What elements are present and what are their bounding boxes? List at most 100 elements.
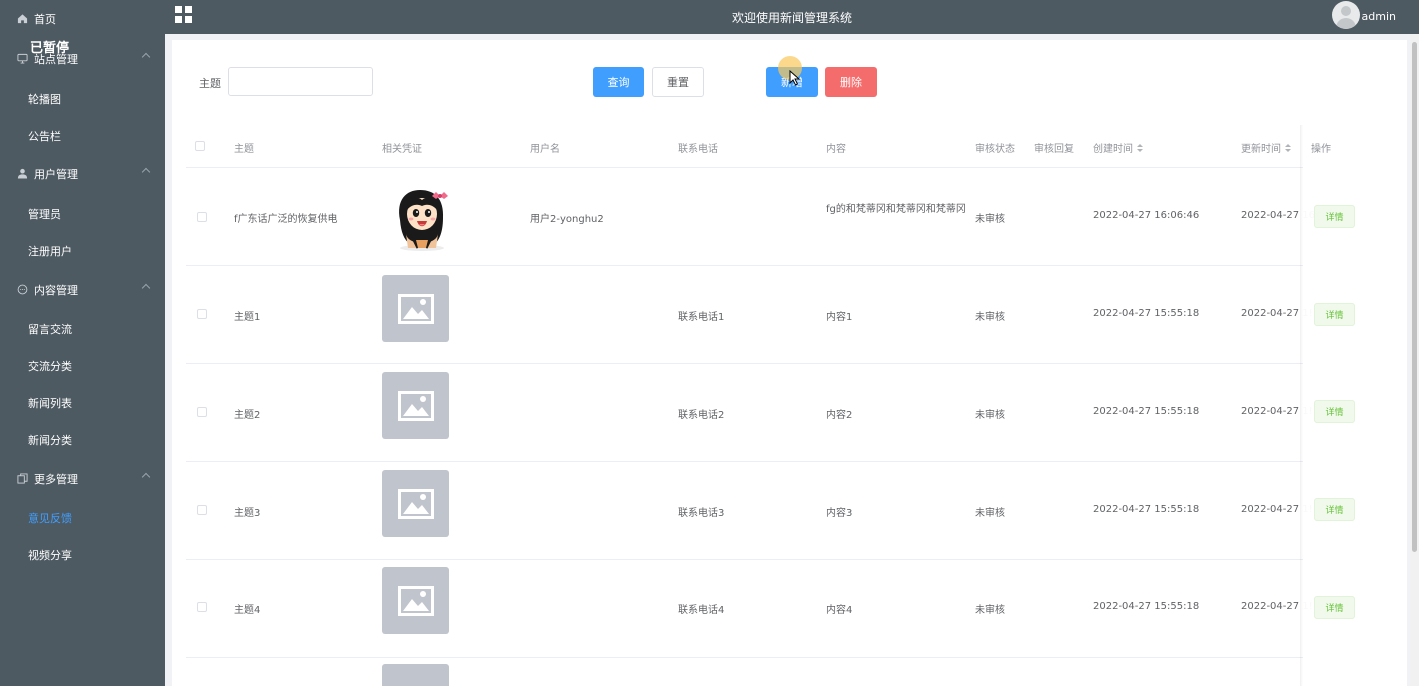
- column-header-reply: 审核回复: [1034, 144, 1074, 155]
- row-checkbox[interactable]: [197, 212, 207, 222]
- sidebar-item-news-category[interactable]: 新闻分类: [0, 421, 165, 458]
- image-placeholder-icon: [397, 488, 434, 519]
- column-header-status: 审核状态: [975, 144, 1015, 155]
- home-icon: [16, 13, 28, 25]
- sidebar-item-admin[interactable]: 管理员: [0, 195, 165, 232]
- sidebar-item-registered-users[interactable]: 注册用户: [0, 232, 165, 269]
- sidebar-item-label: 首页: [34, 12, 56, 26]
- cell-phone: 联系电话1: [678, 312, 725, 323]
- table-row: [186, 658, 1391, 686]
- cell-created: 2022-04-27 15:55:18: [1093, 308, 1200, 319]
- chat-icon: [16, 284, 28, 296]
- detail-button[interactable]: 详情: [1314, 498, 1355, 521]
- scrollbar-thumb[interactable]: [1412, 42, 1417, 552]
- cell-status: 未审核: [975, 312, 1005, 323]
- cell-topic: 主题3: [234, 508, 261, 519]
- sidebar-group-label: 用户管理: [34, 167, 78, 181]
- column-header-credential: 相关凭证: [382, 144, 422, 155]
- row-checkbox[interactable]: [197, 407, 207, 417]
- avatar[interactable]: [1332, 1, 1360, 29]
- sort-caret-icon[interactable]: [1137, 144, 1143, 153]
- image-placeholder[interactable]: [382, 275, 449, 342]
- select-all-checkbox[interactable]: [195, 141, 205, 151]
- column-header-label: 更新时间: [1241, 144, 1281, 155]
- table-header: 主题 相关凭证 用户名 联系电话 内容 审核状态 审核回复 创建时间 更新时间: [186, 125, 1391, 168]
- sidebar-item-label: 公告栏: [28, 129, 61, 143]
- detail-button[interactable]: 详情: [1314, 205, 1355, 228]
- top-header: 欢迎使用新闻管理系统 admin: [165, 0, 1419, 34]
- cell-status: 未审核: [975, 605, 1005, 616]
- sidebar-item-home[interactable]: 首页: [0, 0, 165, 37]
- sidebar-item-label: 意见反馈: [28, 511, 72, 525]
- detail-button[interactable]: 详情: [1314, 303, 1355, 326]
- cell-username: 用户2-yonghu2: [530, 214, 604, 225]
- table-row: 主题1 联系电话1 内容1 未审核 2022-04-27 15:55:18 20…: [186, 266, 1391, 364]
- delete-button[interactable]: 删除: [825, 67, 877, 97]
- cell-created: 2022-04-27 15:55:18: [1093, 601, 1200, 612]
- row-checkbox[interactable]: [197, 505, 207, 515]
- username[interactable]: admin: [1362, 10, 1396, 23]
- sidebar-item-label: 留言交流: [28, 322, 72, 336]
- column-header-content: 内容: [826, 144, 846, 155]
- image-placeholder[interactable]: [382, 664, 449, 686]
- table-row: 主题3 联系电话3 内容3 未审核 2022-04-27 15:55:18 20…: [186, 462, 1391, 560]
- sidebar-group-content[interactable]: 内容管理: [0, 271, 165, 308]
- cell-topic: 主题1: [234, 312, 261, 323]
- sidebar-group-more[interactable]: 更多管理: [0, 460, 165, 497]
- table-row: 主题4 联系电话4 内容4 未审核 2022-04-27 15:55:18 20…: [186, 560, 1391, 658]
- sidebar-item-video-share[interactable]: 视频分享: [0, 536, 165, 573]
- sort-caret-icon[interactable]: [1285, 144, 1291, 153]
- image-placeholder-icon: [397, 293, 434, 324]
- query-button[interactable]: 查询: [593, 67, 644, 97]
- column-header-created[interactable]: 创建时间: [1093, 140, 1143, 155]
- sidebar-group-label: 内容管理: [34, 283, 78, 297]
- page-scrollbar[interactable]: [1410, 34, 1419, 686]
- sidebar-item-label: 轮播图: [28, 92, 61, 106]
- column-header-username: 用户名: [530, 144, 560, 155]
- cell-phone: 联系电话2: [678, 410, 725, 421]
- sidebar-group-site[interactable]: 站点管理: [0, 40, 165, 77]
- row-checkbox[interactable]: [197, 309, 207, 319]
- image-placeholder[interactable]: [382, 372, 449, 439]
- cell-topic: f广东话广泛的恢复供电: [234, 214, 338, 225]
- image-placeholder[interactable]: [382, 470, 449, 537]
- cell-status: 未审核: [975, 508, 1005, 519]
- sidebar-item-feedback[interactable]: 意见反馈: [0, 499, 165, 536]
- cell-phone: 联系电话4: [678, 605, 725, 616]
- credential-image[interactable]: [388, 184, 456, 252]
- table-row: f广东话广泛的恢复供电 用户2-yonghu2 fg的和梵蒂冈和梵蒂冈和梵蒂冈 …: [186, 168, 1391, 266]
- sidebar-item-messages[interactable]: 留言交流: [0, 310, 165, 347]
- cell-content: 内容4: [826, 605, 853, 616]
- cell-content: fg的和梵蒂冈和梵蒂冈和梵蒂冈: [826, 204, 966, 215]
- copy-icon: [16, 473, 28, 485]
- sidebar-item-message-category[interactable]: 交流分类: [0, 347, 165, 384]
- chevron-up-icon: [141, 283, 151, 293]
- image-placeholder-icon: [397, 390, 434, 421]
- cell-topic: 主题4: [234, 605, 261, 616]
- detail-button[interactable]: 详情: [1314, 400, 1355, 423]
- sidebar-group-label: 更多管理: [34, 472, 78, 486]
- row-checkbox[interactable]: [197, 602, 207, 612]
- cell-content: 内容2: [826, 410, 853, 421]
- sidebar-item-label: 管理员: [28, 207, 61, 221]
- topic-search-input[interactable]: [228, 67, 373, 96]
- sidebar-item-label: 视频分享: [28, 548, 72, 562]
- image-placeholder-icon: [397, 585, 434, 616]
- column-header-operation: 操作: [1311, 144, 1331, 155]
- cell-status: 未审核: [975, 214, 1005, 225]
- sidebar: 首页 站点管理 轮播图 公告栏 用户管理 管理员 注册用户 内容管理 留言交流 …: [0, 0, 165, 686]
- sidebar-item-label: 注册用户: [28, 244, 72, 258]
- reset-button[interactable]: 重置: [652, 67, 704, 97]
- sidebar-item-notice[interactable]: 公告栏: [0, 117, 165, 154]
- sidebar-group-user[interactable]: 用户管理: [0, 155, 165, 192]
- image-placeholder[interactable]: [382, 567, 449, 634]
- cell-created: 2022-04-27 15:55:18: [1093, 406, 1200, 417]
- sidebar-item-label: 新闻列表: [28, 396, 72, 410]
- column-header-updated[interactable]: 更新时间: [1241, 140, 1291, 155]
- sidebar-item-news-list[interactable]: 新闻列表: [0, 384, 165, 421]
- sidebar-item-carousel[interactable]: 轮播图: [0, 80, 165, 117]
- cell-created: 2022-04-27 15:55:18: [1093, 504, 1200, 515]
- cell-phone: 联系电话3: [678, 508, 725, 519]
- detail-button[interactable]: 详情: [1314, 596, 1355, 619]
- user-icon: [16, 168, 28, 180]
